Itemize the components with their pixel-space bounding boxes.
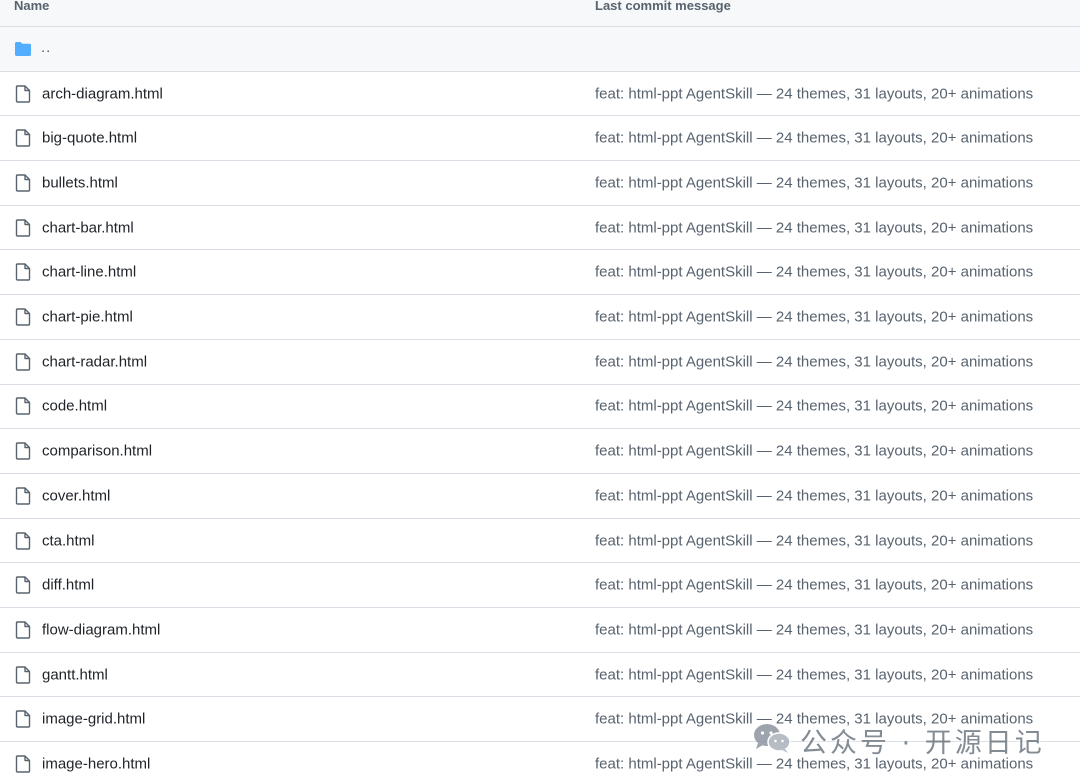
file-icon <box>14 442 32 460</box>
commit-message-link[interactable]: feat: html-ppt AgentSkill — 24 themes, 3… <box>595 711 1033 728</box>
file-icon <box>14 397 32 416</box>
table-header: Name Last commit message <box>0 0 1080 27</box>
file-icon <box>14 218 32 237</box>
file-icon <box>14 174 32 192</box>
file-icon <box>14 487 32 505</box>
file-row[interactable]: code.html feat: html-ppt AgentSkill — 24 … <box>0 384 1080 430</box>
file-name-link[interactable]: cta.html <box>42 532 95 549</box>
file-name-link[interactable]: image-grid.html <box>42 711 145 728</box>
file-name-link[interactable]: chart-pie.html <box>42 309 133 326</box>
file-table: Name Last commit message .. arch-diagram… <box>0 0 1080 784</box>
folder-icon <box>14 40 32 58</box>
file-icon <box>14 665 32 684</box>
file-row[interactable]: image-grid.html feat: html-ppt AgentSkill… <box>0 697 1080 743</box>
file-row[interactable]: big-quote.html feat: html-ppt AgentSkill … <box>0 116 1080 162</box>
file-icon <box>14 621 32 639</box>
file-row[interactable]: image-hero.html feat: html-ppt AgentSkill… <box>0 742 1080 784</box>
file-name-link[interactable]: code.html <box>42 398 107 415</box>
file-row[interactable]: bullets.html feat: html-ppt AgentSkill — … <box>0 161 1080 206</box>
commit-message-link[interactable]: feat: html-ppt AgentSkill — 24 themes, 3… <box>595 309 1033 326</box>
commit-message-link[interactable]: feat: html-ppt AgentSkill — 24 themes, 3… <box>595 577 1033 594</box>
file-name-link[interactable]: chart-radar.html <box>42 353 147 370</box>
file-row[interactable]: diff.html feat: html-ppt AgentSkill — 24 … <box>0 563 1080 609</box>
file-icon <box>14 710 32 729</box>
file-row[interactable]: gantt.html feat: html-ppt AgentSkill — 24… <box>0 652 1080 698</box>
commit-message-link[interactable]: feat: html-ppt AgentSkill — 24 themes, 3… <box>595 666 1033 683</box>
commit-message-link[interactable]: feat: html-ppt AgentSkill — 24 themes, 3… <box>595 219 1033 236</box>
file-name-link[interactable]: comparison.html <box>42 443 152 460</box>
file-icon <box>14 353 32 371</box>
file-row[interactable]: cover.html feat: html-ppt AgentSkill — 24… <box>0 474 1080 519</box>
file-name-link[interactable]: diff.html <box>42 577 94 594</box>
commit-message-link[interactable]: feat: html-ppt AgentSkill — 24 themes, 3… <box>595 443 1033 460</box>
file-icon <box>14 755 32 773</box>
file-row[interactable]: comparison.html feat: html-ppt AgentSkill… <box>0 429 1080 474</box>
name-column-header: Name <box>14 0 50 13</box>
parent-directory-link[interactable]: .. <box>41 39 51 56</box>
file-name-link[interactable]: image-hero.html <box>42 756 150 773</box>
file-row[interactable]: arch-diagram.html feat: html-ppt AgentSki… <box>0 71 1080 117</box>
file-row[interactable]: chart-bar.html feat: html-ppt AgentSkill … <box>0 205 1080 251</box>
file-name-link[interactable]: chart-line.html <box>42 264 136 281</box>
file-name-link[interactable]: big-quote.html <box>42 130 137 147</box>
commit-message-link[interactable]: feat: html-ppt AgentSkill — 24 themes, 3… <box>595 487 1033 504</box>
commit-message-link[interactable]: feat: html-ppt AgentSkill — 24 themes, 3… <box>595 621 1033 638</box>
commit-message-link[interactable]: feat: html-ppt AgentSkill — 24 themes, 3… <box>595 264 1033 281</box>
file-icon <box>14 263 32 282</box>
commit-message-link[interactable]: feat: html-ppt AgentSkill — 24 themes, 3… <box>595 353 1033 370</box>
file-icon <box>14 531 32 550</box>
file-row[interactable]: chart-pie.html feat: html-ppt AgentSkill … <box>0 295 1080 340</box>
file-name-link[interactable]: arch-diagram.html <box>42 85 163 102</box>
commit-message-link[interactable]: feat: html-ppt AgentSkill — 24 themes, 3… <box>595 174 1033 191</box>
file-name-link[interactable]: flow-diagram.html <box>42 621 160 638</box>
file-row[interactable]: flow-diagram.html feat: html-ppt AgentSki… <box>0 608 1080 653</box>
commit-message-link[interactable]: feat: html-ppt AgentSkill — 24 themes, 3… <box>595 756 1033 773</box>
commit-message-link[interactable]: feat: html-ppt AgentSkill — 24 themes, 3… <box>595 85 1033 102</box>
file-row[interactable]: cta.html feat: html-ppt AgentSkill — 24 t… <box>0 518 1080 564</box>
file-icon <box>14 308 32 326</box>
file-icon <box>14 576 32 594</box>
file-row[interactable]: chart-radar.html feat: html-ppt AgentSkil… <box>0 339 1080 385</box>
parent-directory-row[interactable]: .. <box>0 27 1080 72</box>
file-icon <box>14 129 32 147</box>
commit-message-column-header: Last commit message <box>595 0 731 13</box>
commit-message-link[interactable]: feat: html-ppt AgentSkill — 24 themes, 3… <box>595 130 1033 147</box>
file-name-link[interactable]: gantt.html <box>42 666 108 683</box>
file-name-link[interactable]: bullets.html <box>42 174 118 191</box>
commit-message-link[interactable]: feat: html-ppt AgentSkill — 24 themes, 3… <box>595 532 1033 549</box>
file-name-link[interactable]: chart-bar.html <box>42 219 134 236</box>
file-icon <box>14 84 32 103</box>
file-row[interactable]: chart-line.html feat: html-ppt AgentSkill… <box>0 250 1080 296</box>
file-name-link[interactable]: cover.html <box>42 487 110 504</box>
commit-message-link[interactable]: feat: html-ppt AgentSkill — 24 themes, 3… <box>595 398 1033 415</box>
